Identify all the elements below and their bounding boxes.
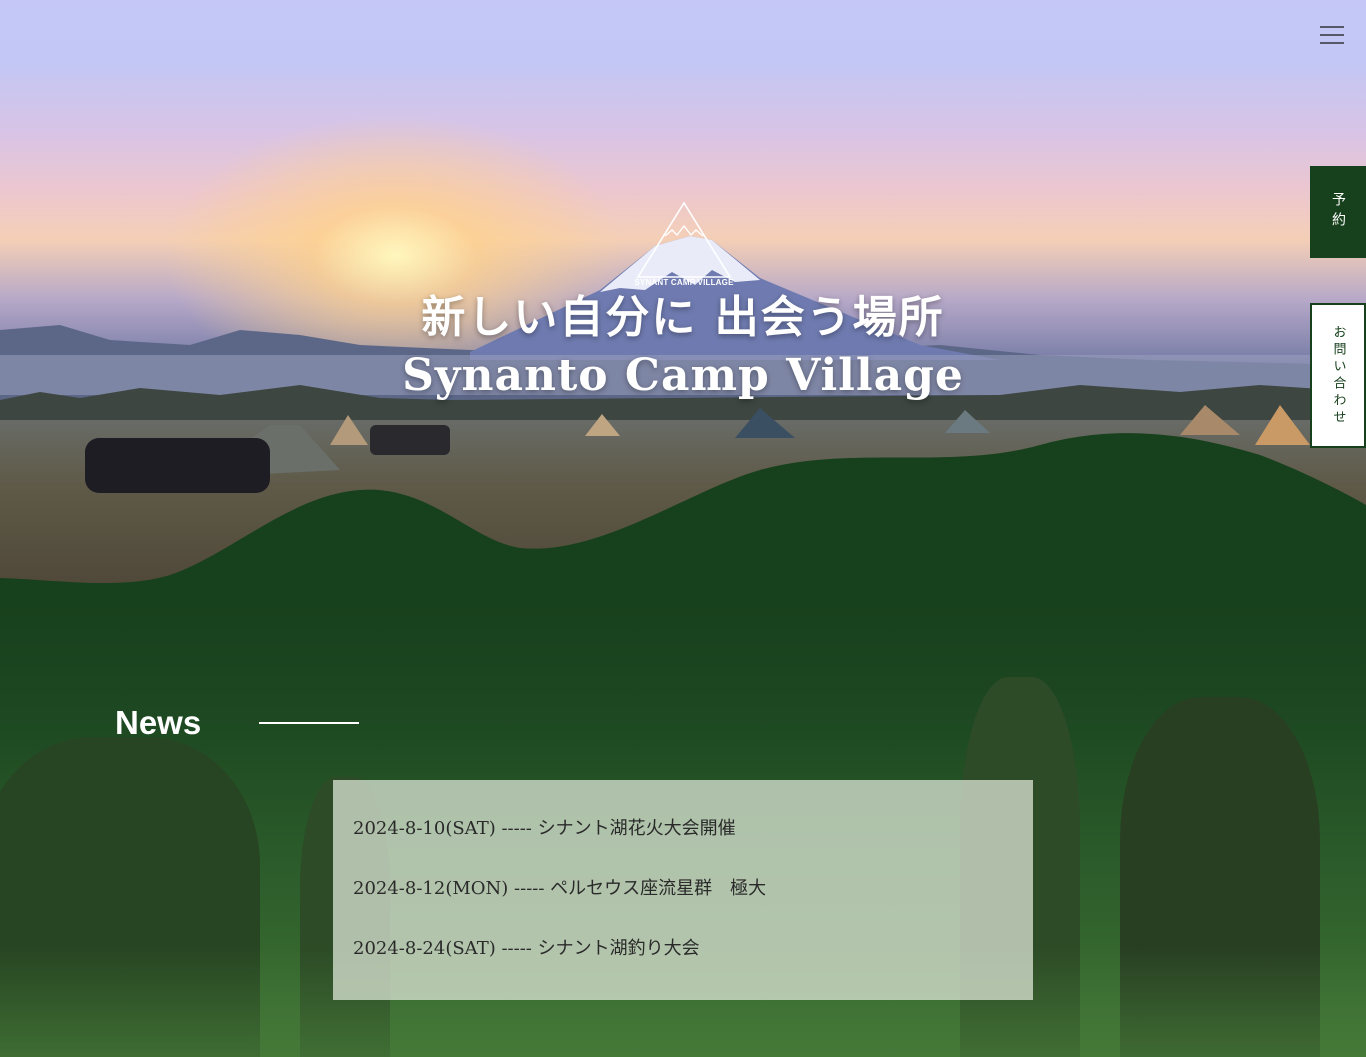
hamburger-icon-bar <box>1320 26 1344 28</box>
news-item[interactable]: 2024-8-12(MON) ----- ペルセウス座流星群 極大 <box>353 877 1013 901</box>
news-heading: News <box>115 704 202 741</box>
hero-title-japanese: 新しい自分に 出会う場所 <box>421 292 945 343</box>
news-heading-divider <box>259 722 359 724</box>
hamburger-icon-bar <box>1320 34 1344 36</box>
site-logo[interactable]: SYNANT CAMP VILLAGE <box>632 200 736 290</box>
hamburger-icon-bar <box>1320 42 1344 44</box>
hero-section: SYNANT CAMP VILLAGE 新しい自分に 出会う場所 Synanto… <box>0 0 1366 600</box>
hero-title: 新しい自分に 出会う場所 Synanto Camp Village <box>283 290 1083 406</box>
mountain-logo-icon <box>636 201 732 278</box>
contact-button[interactable]: お問い合わせ <box>1310 303 1366 448</box>
car <box>85 438 270 493</box>
logo-text: SYNANT CAMP VILLAGE <box>634 278 734 287</box>
news-list: 2024-8-10(SAT) ----- シナント湖花火大会開催 2024-8-… <box>333 780 1033 1000</box>
hero-title-english: Synanto Camp Village <box>402 350 964 401</box>
news-item[interactable]: 2024-8-24(SAT) ----- シナント湖釣り大会 <box>353 937 1013 961</box>
reserve-button[interactable]: 予約 <box>1310 166 1366 258</box>
hamburger-menu-button[interactable] <box>1320 26 1344 44</box>
news-item[interactable]: 2024-8-10(SAT) ----- シナント湖花火大会開催 <box>353 817 1013 841</box>
